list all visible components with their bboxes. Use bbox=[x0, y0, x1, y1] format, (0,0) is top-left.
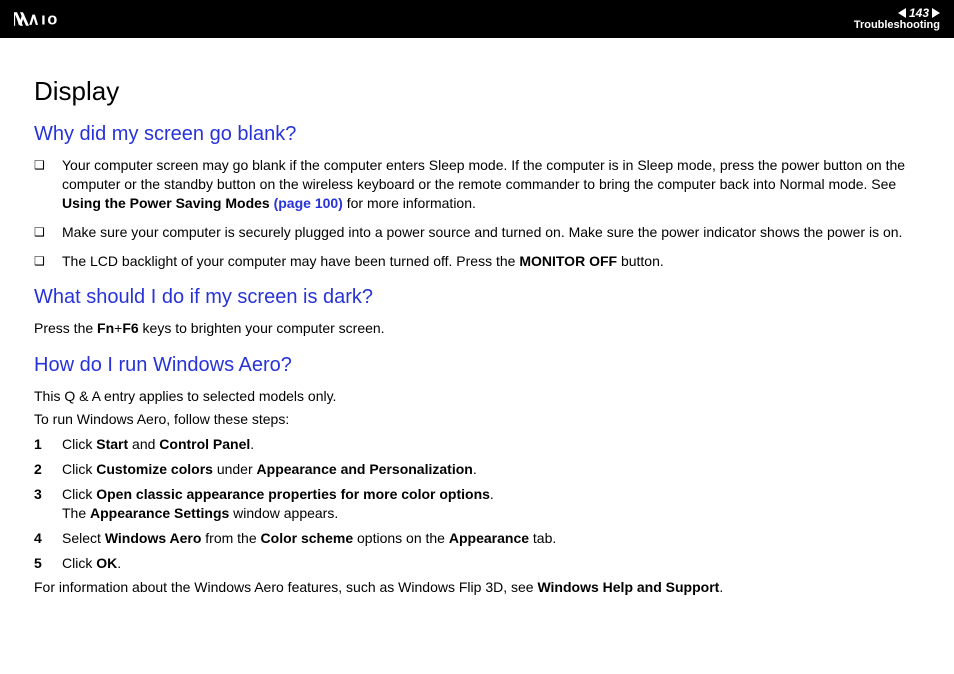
bullet-icon: ❑ bbox=[34, 156, 62, 173]
step-item: 1 Click Start and Control Panel. bbox=[34, 435, 920, 454]
step-item: 4 Select Windows Aero from the Color sch… bbox=[34, 529, 920, 548]
q3-outro: For information about the Windows Aero f… bbox=[34, 578, 920, 597]
step-item: 2 Click Customize colors under Appearanc… bbox=[34, 460, 920, 479]
header-right: 143 Troubleshooting bbox=[854, 7, 940, 31]
step-number: 1 bbox=[34, 435, 62, 454]
page-nav: 143 bbox=[898, 7, 940, 19]
list-item: ❑ Your computer screen may go blank if t… bbox=[34, 156, 920, 213]
bullet-text: Your computer screen may go blank if the… bbox=[62, 156, 920, 213]
header-bar: ∨∧ıo 143 Troubleshooting bbox=[0, 0, 954, 38]
page-content: Display Why did my screen go blank? ❑ Yo… bbox=[0, 38, 954, 621]
vaio-logo: ∨∧ıo bbox=[14, 10, 104, 28]
page-link[interactable]: (page 100) bbox=[274, 195, 343, 211]
step-item: 5 Click OK. bbox=[34, 554, 920, 573]
question-1-heading: Why did my screen go blank? bbox=[34, 123, 920, 146]
bullet-text: The LCD backlight of your computer may h… bbox=[62, 252, 920, 271]
step-text: Click OK. bbox=[62, 554, 920, 573]
q2-paragraph: Press the Fn+F6 keys to brighten your co… bbox=[34, 319, 920, 338]
section-label: Troubleshooting bbox=[854, 20, 940, 31]
step-number: 5 bbox=[34, 554, 62, 573]
list-item: ❑ The LCD backlight of your computer may… bbox=[34, 252, 920, 271]
page-number: 143 bbox=[906, 7, 932, 19]
next-page-arrow-icon[interactable] bbox=[932, 8, 940, 18]
question-3-heading: How do I run Windows Aero? bbox=[34, 354, 920, 377]
step-text: Click Customize colors under Appearance … bbox=[62, 460, 920, 479]
step-text: Select Windows Aero from the Color schem… bbox=[62, 529, 920, 548]
q1-bullet-list: ❑ Your computer screen may go blank if t… bbox=[34, 156, 920, 270]
q3-intro-2: To run Windows Aero, follow these steps: bbox=[34, 410, 920, 429]
bullet-icon: ❑ bbox=[34, 252, 62, 269]
list-item: ❑ Make sure your computer is securely pl… bbox=[34, 223, 920, 242]
step-text: Click Open classic appearance properties… bbox=[62, 485, 920, 523]
step-number: 4 bbox=[34, 529, 62, 548]
step-number: 2 bbox=[34, 460, 62, 479]
svg-text:∨∧ıo: ∨∧ıo bbox=[14, 10, 59, 28]
q3-intro-1: This Q & A entry applies to selected mod… bbox=[34, 387, 920, 406]
step-item: 3 Click Open classic appearance properti… bbox=[34, 485, 920, 523]
prev-page-arrow-icon[interactable] bbox=[898, 8, 906, 18]
question-2-heading: What should I do if my screen is dark? bbox=[34, 286, 920, 309]
bullet-text: Make sure your computer is securely plug… bbox=[62, 223, 920, 242]
q3-step-list: 1 Click Start and Control Panel. 2 Click… bbox=[34, 435, 920, 572]
bullet-icon: ❑ bbox=[34, 223, 62, 240]
step-number: 3 bbox=[34, 485, 62, 504]
step-text: Click Start and Control Panel. bbox=[62, 435, 920, 454]
page-title: Display bbox=[34, 76, 920, 107]
